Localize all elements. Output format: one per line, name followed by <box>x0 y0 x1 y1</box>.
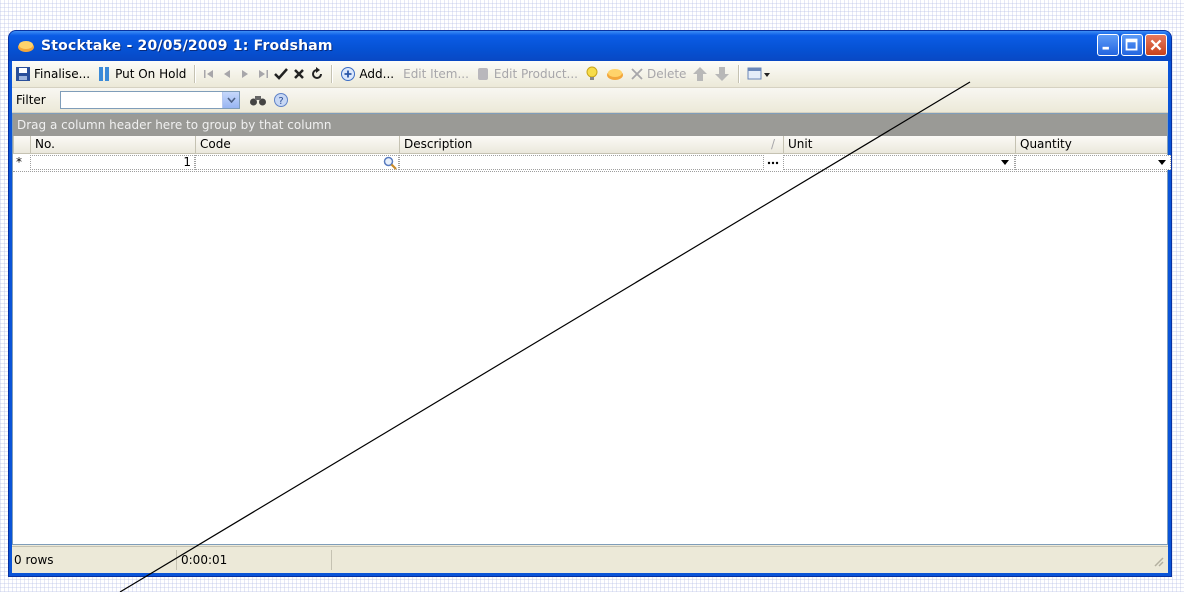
add-label: Add... <box>359 67 395 81</box>
group-by-panel[interactable]: Drag a column header here to group by th… <box>13 114 1167 136</box>
pause-icon <box>99 67 110 81</box>
move-up-button[interactable] <box>689 63 711 85</box>
column-header-description[interactable]: Description / <box>399 136 783 153</box>
column-header-code[interactable]: Code <box>195 136 399 153</box>
code-cell[interactable] <box>195 155 399 170</box>
group-by-hint: Drag a column header here to group by th… <box>17 118 332 132</box>
accept-button[interactable] <box>273 66 289 82</box>
arrow-down-icon <box>715 67 730 81</box>
quantity-cell[interactable] <box>1015 155 1171 170</box>
toolbar-separator <box>194 65 196 83</box>
minimize-icon <box>1102 46 1109 50</box>
close-icon <box>1150 39 1162 51</box>
previous-record-button[interactable] <box>219 66 235 82</box>
column-headers: No. Code Description / Unit Quantity <box>13 136 1167 154</box>
toolbar-separator <box>738 65 740 83</box>
cross-icon <box>294 69 305 79</box>
stocktake-window: Stocktake - 20/05/2009 1: Frodsham Final… <box>8 30 1172 577</box>
ellipsis-icon <box>767 161 779 164</box>
resize-grip[interactable] <box>1152 555 1164 570</box>
find-button[interactable] <box>246 89 270 111</box>
new-row-indicator: * <box>16 155 22 169</box>
cheese-icon <box>606 69 623 80</box>
main-toolbar: Finalise... Put On Hold Add... Edit Item… <box>12 61 1168 88</box>
toolbar-separator <box>331 65 333 83</box>
close-button[interactable] <box>1145 34 1167 56</box>
check-icon <box>274 68 289 80</box>
finalise-label: Finalise... <box>34 67 91 81</box>
last-record-button[interactable] <box>255 66 271 82</box>
save-disk-icon <box>16 67 30 81</box>
description-header-label: Description <box>404 137 473 151</box>
delete-button[interactable]: Delete <box>627 63 689 85</box>
edit-product-button[interactable]: Edit Product... <box>472 63 581 85</box>
delete-icon <box>631 68 643 80</box>
arrow-up-icon <box>693 67 708 81</box>
row-count: 0 rows <box>12 550 177 570</box>
last-icon <box>259 70 269 78</box>
magnifier-icon <box>383 156 397 170</box>
filter-label: Filter <box>16 93 46 107</box>
edit-product-label: Edit Product... <box>493 67 578 81</box>
window-client: Finalise... Put On Hold Add... Edit Item… <box>12 61 1171 573</box>
filter-combo[interactable] <box>60 91 240 109</box>
no-cell[interactable]: 1 <box>30 155 195 170</box>
stocktake-grid[interactable]: Drag a column header here to group by th… <box>12 113 1171 545</box>
quantity-dropdown-button[interactable] <box>1154 155 1170 170</box>
column-header-quantity[interactable]: Quantity <box>1015 136 1171 153</box>
help-icon: ? <box>274 93 288 107</box>
move-down-button[interactable] <box>711 63 733 85</box>
title-bar[interactable]: Stocktake - 20/05/2009 1: Frodsham <box>9 31 1171 61</box>
elapsed-time: 0:00:01 <box>177 550 332 570</box>
description-ellipsis-button[interactable] <box>765 155 781 170</box>
cancel-edit-button[interactable] <box>291 66 307 82</box>
edit-item-button[interactable]: Edit Item... <box>397 63 472 85</box>
refresh-button[interactable] <box>309 66 325 82</box>
filter-bar: Filter ? <box>12 88 1168 113</box>
filter-dropdown-button[interactable] <box>222 92 239 108</box>
maximize-button[interactable] <box>1121 34 1143 56</box>
add-icon <box>341 67 356 81</box>
sort-indicator: / <box>770 137 775 151</box>
first-icon <box>204 70 214 78</box>
resize-grip-icon <box>1154 557 1164 567</box>
status-bar: 0 rows 0:00:01 <box>12 546 1168 573</box>
next-icon <box>242 70 249 78</box>
put-on-hold-label: Put On Hold <box>115 67 187 81</box>
layout-icon <box>747 67 771 80</box>
product-icon <box>477 68 488 80</box>
edit-item-label: Edit Item... <box>403 67 469 81</box>
add-button[interactable]: Add... <box>337 63 397 85</box>
minimize-button[interactable] <box>1097 34 1119 56</box>
chevron-down-icon <box>226 97 236 103</box>
previous-icon <box>224 70 231 78</box>
description-cell[interactable] <box>399 155 764 170</box>
stocktake-button[interactable] <box>603 63 627 85</box>
put-on-hold-button[interactable]: Put On Hold <box>93 63 189 85</box>
svg-text:?: ? <box>278 96 283 107</box>
refresh-icon <box>312 67 323 79</box>
help-button[interactable]: ? <box>270 89 292 111</box>
unit-dropdown-button[interactable] <box>997 155 1013 170</box>
code-lookup-button[interactable] <box>382 155 398 170</box>
row-indicator-header <box>13 136 30 153</box>
binoculars-icon <box>250 96 266 106</box>
window-title: Stocktake - 20/05/2009 1: Frodsham <box>41 38 333 54</box>
chevron-down-icon <box>1158 160 1166 165</box>
new-item-row[interactable]: * 1 <box>13 154 1171 172</box>
finalise-button[interactable]: Finalise... <box>12 63 93 85</box>
chevron-down-icon <box>1001 160 1009 165</box>
delete-label: Delete <box>646 67 687 81</box>
layout-dropdown-button[interactable] <box>744 63 774 85</box>
hint-button[interactable] <box>581 63 603 85</box>
first-record-button[interactable] <box>201 66 217 82</box>
maximize-icon <box>1125 38 1138 51</box>
column-header-unit[interactable]: Unit <box>783 136 1015 153</box>
app-icon <box>18 41 34 52</box>
column-header-no[interactable]: No. <box>30 136 195 153</box>
unit-cell[interactable] <box>783 155 1015 170</box>
next-record-button[interactable] <box>237 66 253 82</box>
lightbulb-icon <box>586 66 598 80</box>
